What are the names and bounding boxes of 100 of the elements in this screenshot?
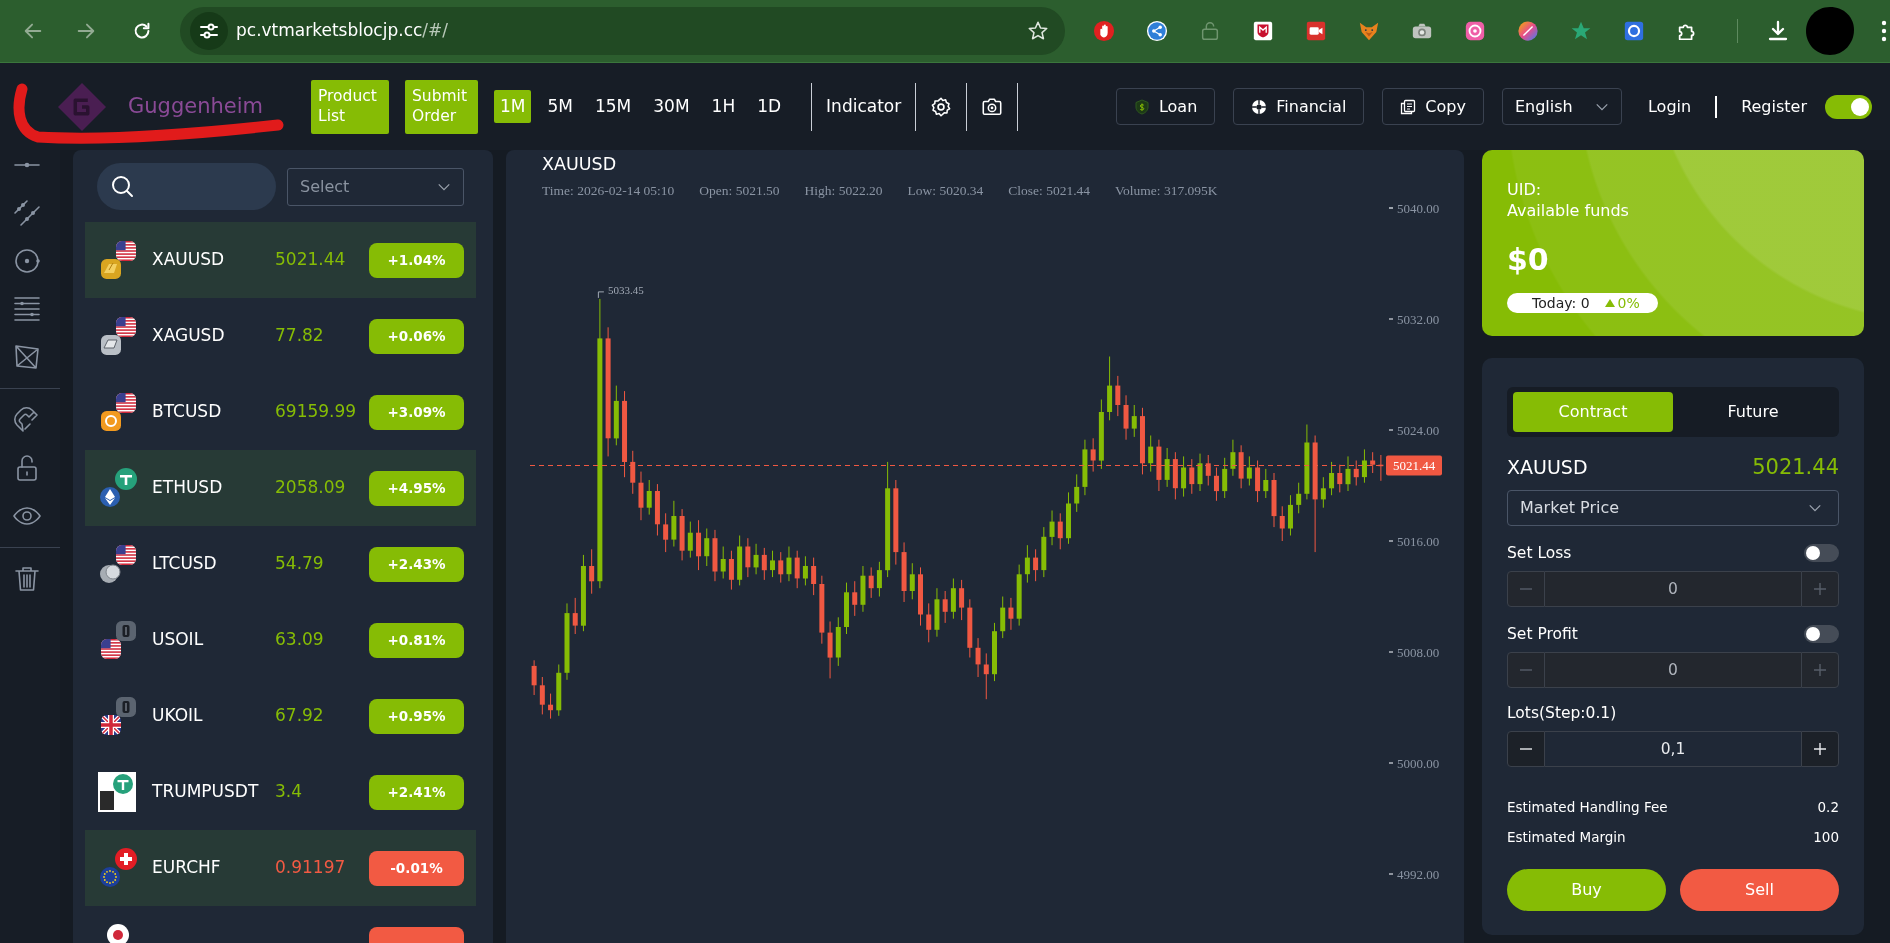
url-path: /#/ <box>422 19 449 43</box>
candlestick <box>704 528 710 567</box>
trash-icon[interactable] <box>12 564 42 594</box>
sliders-icon[interactable] <box>190 12 228 50</box>
candlestick <box>918 566 923 627</box>
change-badge: +0.81% <box>369 622 464 658</box>
symbol-row[interactable]: BTCUSD 69159.99 +3.09% <box>85 374 476 450</box>
fox-icon[interactable] <box>1358 20 1380 42</box>
search-field[interactable] <box>97 163 276 210</box>
language-select[interactable]: English <box>1501 88 1622 125</box>
filter-select[interactable]: Select <box>287 167 464 206</box>
interval-tab[interactable]: 1D <box>751 90 788 123</box>
header-action-button[interactable]: Financial <box>1233 88 1365 125</box>
header-action-button[interactable]: Loan <box>1115 88 1216 125</box>
candlestick <box>687 521 693 559</box>
candlestick <box>1320 476 1326 509</box>
candlestick <box>539 676 545 715</box>
shield-dollar-icon <box>1133 98 1150 115</box>
candlestick <box>1033 548 1039 582</box>
candlestick <box>975 637 981 678</box>
indicator-button[interactable]: Indicator <box>826 93 902 120</box>
symbol-row[interactable]: XAUUSD 5021.44 +1.04% <box>85 222 476 298</box>
y-axis-label: 5000.00 <box>1388 755 1440 771</box>
interval-tab[interactable]: 1H <box>705 90 742 123</box>
settings-icon[interactable] <box>930 95 953 118</box>
candlestick <box>909 562 915 600</box>
y-axis-label: 5024.00 <box>1388 422 1440 438</box>
candlestick <box>1164 447 1170 488</box>
symbol-row[interactable]: UKOIL 67.92 +0.95% <box>85 678 476 754</box>
shield-icon[interactable] <box>1252 20 1274 42</box>
symbol-row[interactable]: ETHUSD 2058.09 +4.95% <box>85 450 476 526</box>
candle-info-text: Volume: 317.095K <box>1115 182 1218 200</box>
candlestick <box>1361 448 1367 484</box>
symbol-price: 63.09 <box>275 628 325 652</box>
toggle-switch[interactable] <box>1825 94 1872 119</box>
camera-icon[interactable] <box>981 95 1004 118</box>
symbol-name: ETHUSD <box>152 476 224 500</box>
share-icon[interactable] <box>1146 20 1168 42</box>
symbol-row[interactable]: LTCUSD 54.79 +2.43% <box>85 526 476 602</box>
symbol-price: 54.79 <box>275 552 325 576</box>
parallel-lines-icon[interactable] <box>12 294 42 324</box>
order-type-select[interactable]: Market Price <box>1507 490 1839 526</box>
candlestick <box>950 578 956 620</box>
funds-label: Available funds <box>1507 200 1630 221</box>
y-axis-label: 5008.00 <box>1388 644 1440 660</box>
more-menu-icon[interactable] <box>1881 20 1887 42</box>
ring-tile-icon[interactable] <box>1464 20 1486 42</box>
symbol-price: 67.92 <box>275 704 325 728</box>
symbol-name: UKOIL <box>152 704 204 728</box>
url-domain: pc.vtmarketsblocjp.cc <box>236 19 423 43</box>
candlestick <box>663 512 669 553</box>
flag-and-bar-icon <box>98 239 138 281</box>
value-field[interactable]: 0,1 <box>1545 731 1801 767</box>
circle-dot-icon[interactable] <box>12 246 42 276</box>
candlestick <box>1205 454 1211 486</box>
symbol-name: BTCUSD <box>152 400 223 424</box>
candlestick <box>1181 455 1187 498</box>
symbol-name: XAUUSD <box>152 248 226 272</box>
bookmark-star-icon[interactable] <box>1027 20 1049 42</box>
candlestick <box>819 575 825 645</box>
coin-pair-icon <box>98 467 138 509</box>
candle-info-text: High: 5022.20 <box>804 182 883 200</box>
hand-icon[interactable] <box>1093 20 1115 42</box>
symbol-row[interactable]: XAGUSD 77.82 +0.06% <box>85 298 476 374</box>
interval-tab[interactable]: 5M <box>541 90 579 123</box>
candlestick <box>1057 512 1063 550</box>
plus-icon <box>1813 742 1827 756</box>
candlestick <box>638 471 644 521</box>
download-icon[interactable] <box>1766 19 1790 43</box>
login-link[interactable]: Login <box>1647 94 1692 119</box>
header-action-button[interactable]: Copy <box>1382 88 1484 125</box>
star-icon[interactable] <box>1570 20 1592 42</box>
candlestick <box>852 580 858 617</box>
up-triangle-icon <box>1604 299 1615 307</box>
interval-tab[interactable]: 15M <box>588 90 638 123</box>
register-link[interactable]: Register <box>1741 94 1807 119</box>
gradient-circle-icon[interactable] <box>1517 20 1539 42</box>
uid-label: UID: <box>1507 179 1543 200</box>
address-bar[interactable]: pc.vtmarketsblocjp.cc/#/ <box>180 7 1065 55</box>
candlestick <box>1287 494 1293 536</box>
increase-button[interactable] <box>1801 731 1839 767</box>
candlestick <box>745 537 751 578</box>
candlestick <box>1296 482 1302 514</box>
symbol-price: 77.82 <box>275 324 325 348</box>
video-camera-icon[interactable] <box>1305 20 1327 42</box>
symbol-row[interactable]: TRUMPUSDT 3.4 +2.41% <box>85 754 476 830</box>
current-price-tag: 5021.44 <box>1386 455 1442 476</box>
candlestick <box>728 550 734 591</box>
candlestick <box>992 622 997 682</box>
today-text: Today: 0 <box>1532 293 1590 313</box>
symbol-row[interactable]: EURCHF 0.91197 -0.01% <box>85 830 476 906</box>
change-badge: +3.09% <box>369 394 464 430</box>
interval-tab[interactable]: 30M <box>647 90 696 123</box>
trade-tab[interactable]: Future <box>1673 392 1833 432</box>
ring-icon[interactable] <box>1623 20 1645 42</box>
y-axis-label: 5032.00 <box>1388 311 1440 327</box>
symbol-price: 0.91197 <box>275 856 347 880</box>
trend-lines-icon[interactable] <box>12 198 42 228</box>
avatar-placeholder[interactable] <box>1804 5 1856 57</box>
symbol-row[interactable]: USOIL 63.09 +0.81% <box>85 602 476 678</box>
